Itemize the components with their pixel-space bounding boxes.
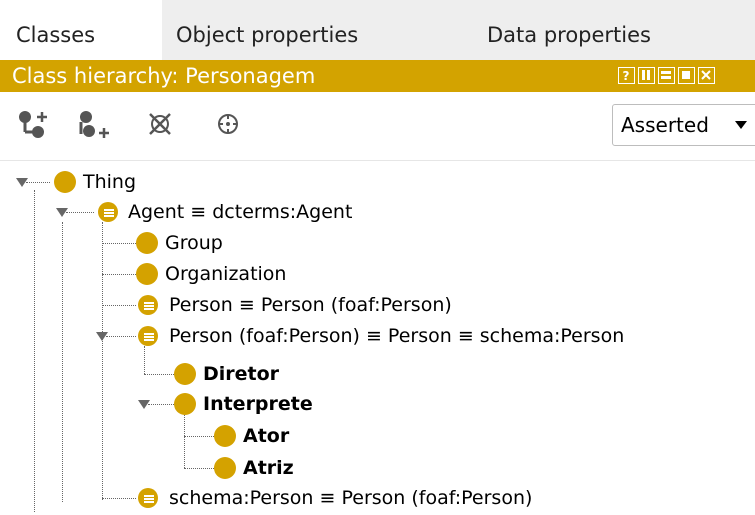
- defined-class-icon: [98, 202, 118, 222]
- tree-connector: [102, 222, 103, 500]
- tree-connector: [62, 222, 63, 502]
- tree-connector: [102, 498, 136, 499]
- node-label: Organization: [165, 263, 287, 285]
- defined-class-icon: [138, 295, 158, 315]
- defined-class-icon: [138, 488, 158, 508]
- add-subclass-icon[interactable]: [18, 110, 52, 140]
- class-icon: [136, 232, 158, 254]
- node-label: Ator: [243, 425, 290, 447]
- class-icon: [174, 393, 196, 415]
- class-icon: [174, 363, 196, 385]
- tree-connector: [184, 468, 214, 469]
- svg-text:?: ?: [623, 69, 630, 82]
- node-label: Interprete: [203, 393, 313, 415]
- hierarchy-mode-dropdown[interactable]: Asserted: [612, 104, 755, 146]
- node-label: Group: [165, 232, 223, 254]
- tree-node-person-foaf[interactable]: Person (foaf:Person) ≡ Person ≡ schema:P…: [138, 322, 624, 350]
- node-label: schema:Person ≡ Person (foaf:Person): [169, 487, 533, 509]
- tree-connector: [102, 305, 136, 306]
- defined-class-icon: [138, 326, 158, 346]
- tree-node-person[interactable]: Person ≡ Person (foaf:Person): [138, 291, 452, 319]
- dropdown-value: Asserted: [621, 113, 709, 137]
- class-tree: Thing Agent ≡ dcterms:Agent Group Organi…: [0, 162, 755, 515]
- expand-toggle-icon[interactable]: [56, 208, 68, 217]
- panel-title: Class hierarchy: Personagem: [12, 64, 316, 88]
- add-sibling-class-icon[interactable]: [78, 110, 114, 140]
- tree-node-ator[interactable]: Ator: [214, 422, 289, 450]
- tree-node-diretor[interactable]: Diretor: [174, 360, 279, 388]
- tree-connector: [26, 182, 50, 183]
- tree-node-atriz[interactable]: Atriz: [214, 454, 294, 482]
- tree-node-agent[interactable]: Agent ≡ dcterms:Agent: [98, 198, 352, 226]
- tree-connector: [144, 346, 145, 374]
- class-icon: [214, 457, 236, 479]
- node-label: Diretor: [203, 363, 280, 385]
- delete-class-icon[interactable]: [146, 110, 174, 140]
- node-label: Atriz: [243, 457, 294, 479]
- tree-node-group[interactable]: Group: [136, 229, 223, 257]
- target-icon[interactable]: [214, 110, 242, 140]
- hierarchy-toolbar: Asserted: [0, 92, 755, 161]
- tree-connector: [144, 374, 174, 375]
- view-tabs: Classes Object properties Data propertie…: [0, 0, 755, 60]
- split-vertical-icon[interactable]: [638, 67, 655, 84]
- expand-toggle-icon[interactable]: [96, 332, 108, 341]
- node-label: Thing: [83, 171, 137, 193]
- tab-data-properties[interactable]: Data properties: [469, 0, 755, 60]
- tree-node-organization[interactable]: Organization: [136, 260, 286, 288]
- class-icon: [214, 425, 236, 447]
- tree-connector: [102, 274, 136, 275]
- class-icon: [136, 263, 158, 285]
- class-hierarchy-header: Class hierarchy: Personagem ?: [0, 60, 755, 92]
- tree-node-interprete[interactable]: Interprete: [174, 390, 313, 418]
- tree-node-thing[interactable]: Thing: [54, 168, 136, 196]
- panel-window-controls: ?: [618, 67, 715, 85]
- tree-connector: [102, 243, 136, 244]
- tree-node-schema-person[interactable]: schema:Person ≡ Person (foaf:Person): [138, 484, 532, 512]
- tree-connector: [148, 404, 174, 405]
- expand-toggle-icon[interactable]: [138, 400, 150, 409]
- tree-connector: [184, 436, 214, 437]
- class-icon: [54, 171, 76, 193]
- tab-object-properties[interactable]: Object properties: [162, 0, 469, 60]
- help-icon[interactable]: ?: [618, 67, 635, 84]
- node-label: Person ≡ Person (foaf:Person): [169, 294, 452, 316]
- tree-connector: [34, 190, 35, 512]
- split-horizontal-icon[interactable]: [658, 67, 675, 84]
- tab-classes[interactable]: Classes: [0, 0, 160, 60]
- tree-connector: [106, 336, 136, 337]
- node-label: Agent ≡ dcterms:Agent: [128, 201, 353, 223]
- node-label: Person (foaf:Person) ≡ Person ≡ schema:P…: [169, 325, 625, 347]
- expand-toggle-icon[interactable]: [16, 178, 28, 187]
- tree-connector: [66, 212, 94, 213]
- chevron-down-icon: [735, 121, 747, 129]
- close-icon[interactable]: [698, 67, 715, 84]
- tree-connector: [184, 412, 185, 468]
- maximize-icon[interactable]: [678, 67, 695, 84]
